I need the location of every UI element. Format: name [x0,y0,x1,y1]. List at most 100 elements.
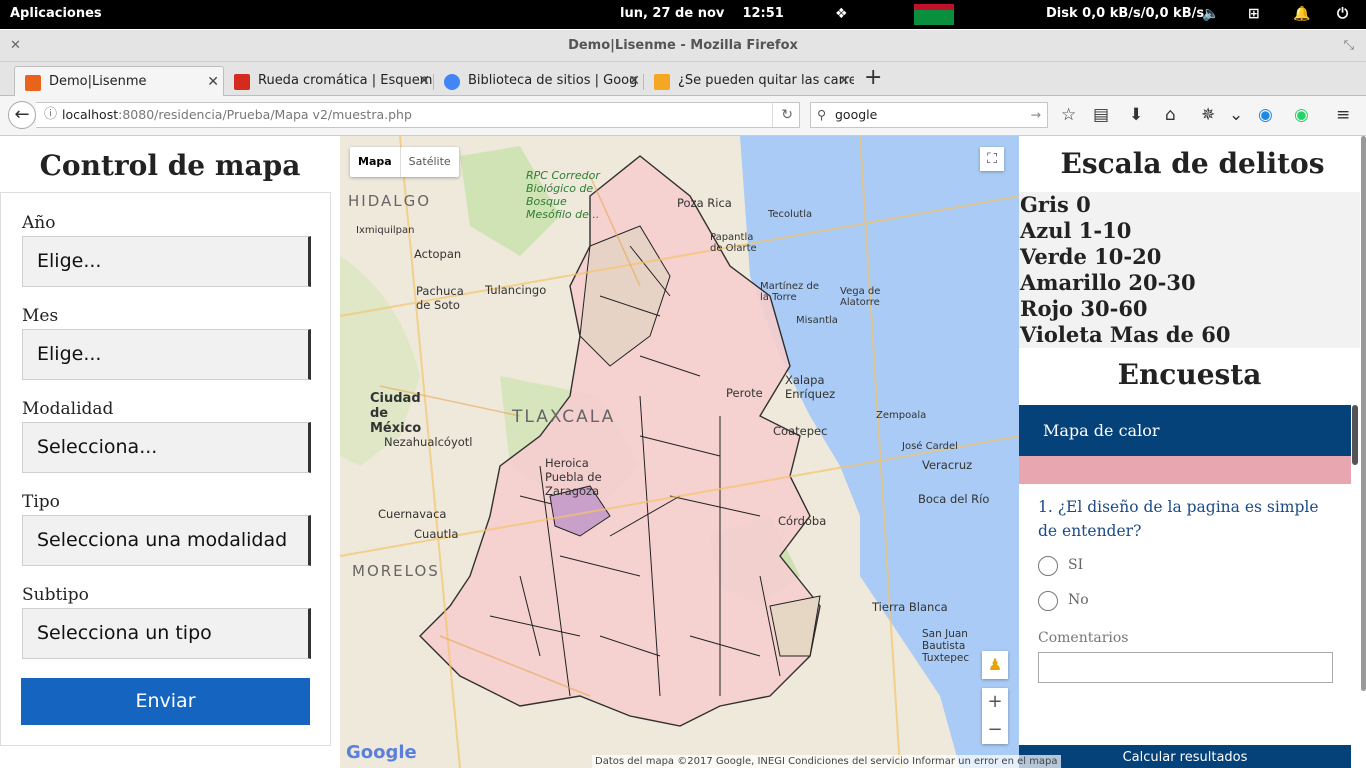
subtype-label: Subtipo [22,585,89,605]
home-icon[interactable]: ⌂ [1165,105,1176,125]
type-select[interactable]: Selecciona una modalidad [22,515,311,566]
map-label: Perote [726,386,763,400]
map-canvas[interactable] [340,136,1019,768]
month-label: Mes [22,306,59,326]
tab-quitar-carreras[interactable]: ¿Se pueden quitar las carre ✕ [644,66,854,96]
messenger-icon[interactable]: ◉ [1258,105,1273,125]
back-arrow-icon[interactable]: ← [8,101,36,129]
search-input[interactable]: ⚲ google → [810,102,1048,128]
survey-scrollbar[interactable] [1352,405,1358,465]
whatsapp-icon[interactable]: ◉ [1294,105,1309,125]
download-icon[interactable]: ⬇ [1129,105,1143,125]
map-label: José Cardel [902,441,958,452]
dropbox-icon[interactable]: ❖ [835,6,848,22]
map-label: Martínez de la Torre [760,281,819,303]
radio-no-label: No [1068,592,1089,608]
applications-menu[interactable]: Aplicaciones [10,6,102,21]
search-value: google [835,107,878,122]
clock[interactable]: lun, 27 de nov 12:51 [620,6,784,21]
map-label: Poza Rica [677,196,732,210]
expand-window-icon[interactable]: ⤡ [1344,30,1354,62]
close-tab-icon[interactable]: ✕ [203,67,219,96]
pocket-icon[interactable]: ⌄ [1229,105,1243,125]
fullscreen-icon[interactable]: ⛶ [980,147,1004,171]
zoom-out-icon[interactable]: − [982,716,1008,744]
crime-scale-title: Escala de delitos [1060,147,1325,180]
map-label: Actopan [414,247,462,261]
adobe-favicon-icon [234,74,250,90]
google-sites-favicon-icon [444,74,460,90]
control-form: Año Elige... Mes Elige... Modalidad Sele… [0,192,331,746]
map-label: HIDALGO [348,192,432,210]
map-type-map-button[interactable]: Mapa [350,147,401,177]
tab-rueda-cromatica[interactable]: Rueda cromática | Esquem ✕ [224,66,434,96]
network-icon[interactable]: ⊞ [1248,6,1260,22]
map-control-panel: Control de mapa Año Elige... Mes Elige..… [0,136,340,768]
map-label: Papantla de Olarte [710,232,757,254]
map-label: TLAXCALA [512,407,616,427]
google-map[interactable]: Mapa Satélite ⛶ HIDALGO TLAXCALA MORELOS … [340,136,1019,768]
map-label: Cuernavaca [378,507,447,521]
reload-icon[interactable]: ↻ [772,103,793,127]
submit-button[interactable]: Enviar [21,678,310,725]
map-label: Tulancingo [485,283,547,297]
modality-label: Modalidad [22,399,114,419]
tab-strip: Demo|Lisenme ✕ Rueda cromática | Esquem … [0,62,1366,96]
map-label: Veracruz [922,458,973,472]
search-icon: ⚲ [817,107,827,122]
radio-si[interactable] [1038,556,1058,576]
radio-si-label: SI [1068,557,1084,573]
zoom-in-icon[interactable]: + [982,688,1008,716]
map-label: MORELOS [352,562,440,580]
map-label: RPC Corredor Biológico de Bosque Mesófil… [526,169,600,221]
volume-icon[interactable]: 🔈 [1202,6,1219,22]
map-label: Tecolutla [768,209,813,220]
close-tab-icon[interactable]: ✕ [624,66,640,96]
map-label: Córdoba [778,514,827,528]
control-title: Control de mapa [39,149,301,182]
disk-monitor: Disk 0,0 kB/s/0,0 kB/s [1046,6,1205,21]
close-window-icon[interactable]: ✕ [10,30,21,62]
reading-list-icon[interactable]: ▤ [1093,105,1109,125]
right-panel: Escala de delitos Gris 0 Azul 1-10 Verde… [1019,136,1366,768]
info-icon[interactable]: ⓘ [44,103,57,127]
stack-exchange-favicon-icon [654,74,670,90]
map-label: Cuautla [414,527,459,541]
xampp-favicon-icon [25,75,41,91]
type-label: Tipo [22,492,60,512]
comments-input[interactable] [1038,652,1333,683]
map-label: Xalapa Enríquez [785,373,836,401]
page-scrollbar[interactable] [1361,136,1366,691]
modality-select[interactable]: Selecciona... [22,422,311,473]
map-label: Coatepec [773,424,828,438]
map-label: Boca del Río [918,492,990,506]
flag-indicator-icon[interactable] [914,4,954,25]
map-type-satellite-button[interactable]: Satélite [401,147,459,177]
scale-item-gray: Gris 0 [1020,192,1091,217]
street-view-pegman-icon[interactable]: ♟ [982,651,1008,679]
map-label: Zempoala [876,410,927,421]
map-label: Heroica Puebla de Zaragoza [545,456,602,498]
month-select[interactable]: Elige... [22,329,311,380]
tab-biblioteca-sitios[interactable]: Biblioteca de sitios | Goog ✕ [434,66,644,96]
power-icon[interactable]: ⏻ [1337,6,1348,22]
notification-bell-icon[interactable]: 🔔 [1293,6,1310,22]
year-select[interactable]: Elige... [22,236,311,287]
close-tab-icon[interactable]: ✕ [834,66,850,96]
bookmark-star-icon[interactable]: ☆ [1061,105,1076,125]
menu-hamburger-icon[interactable]: ≡ [1336,105,1350,125]
extension-icon[interactable]: ✵ [1201,105,1215,125]
close-tab-icon[interactable]: ✕ [414,66,430,96]
url-bar[interactable]: ⓘ localhost:8080/residencia/Prueba/Mapa … [36,102,800,128]
radio-no[interactable] [1038,591,1058,611]
subtype-select[interactable]: Selecciona un tipo [22,608,311,659]
map-type-control: Mapa Satélite [350,147,459,177]
system-top-bar: Aplicaciones lun, 27 de nov 12:51 ❖ Disk… [0,0,1366,29]
new-tab-plus-icon[interactable]: + [864,66,882,90]
tab-demo-lisenme[interactable]: Demo|Lisenme ✕ [14,66,224,96]
survey-submit-button[interactable]: Calcular resultados [1019,745,1351,768]
tab-label: Rueda cromática | Esquem [258,73,433,88]
survey-progress-bar [1019,456,1351,484]
scale-item-yellow: Amarillo 20-30 [1020,270,1196,295]
go-arrow-icon[interactable]: → [1031,103,1041,127]
